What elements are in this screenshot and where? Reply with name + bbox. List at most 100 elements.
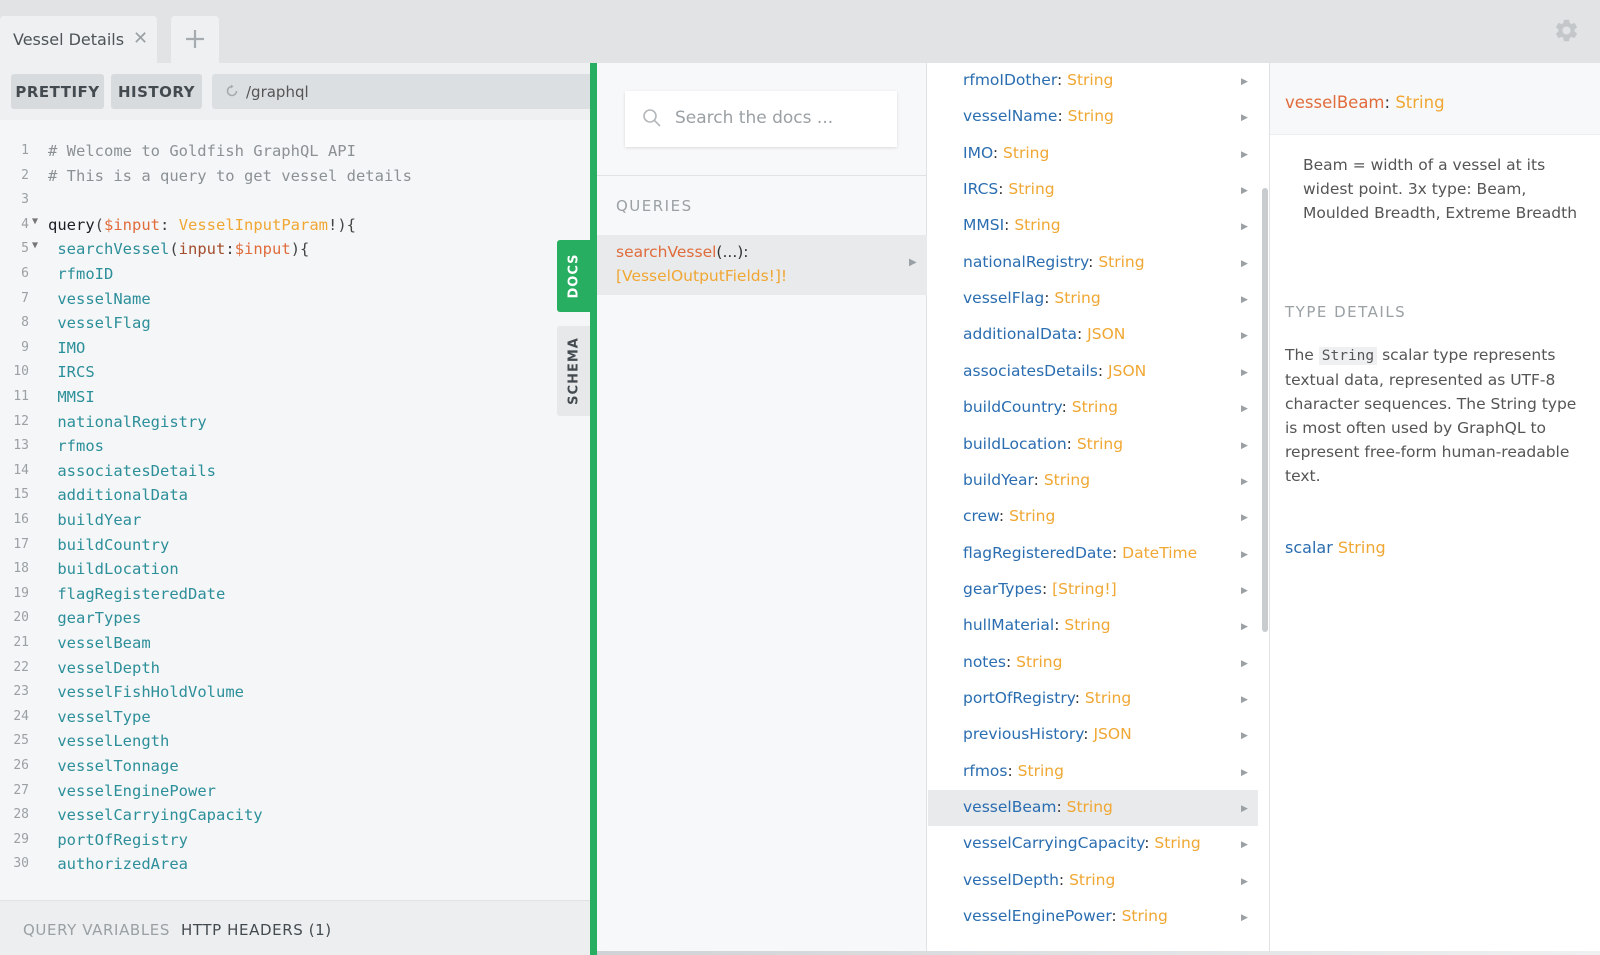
scalar-keyword: scalar	[1285, 538, 1333, 557]
field-type[interactable]: JSON	[1093, 725, 1131, 743]
http-headers-tab[interactable]: HTTP HEADERS (1)	[181, 921, 332, 939]
code-token: vesselName	[57, 289, 151, 308]
field-type[interactable]: String	[1067, 798, 1113, 816]
field-item-buildlocation[interactable]: buildLocation: String ▶	[928, 427, 1258, 463]
field-type[interactable]: String	[1003, 144, 1049, 162]
field-item-buildcountry[interactable]: buildCountry: String ▶	[928, 390, 1258, 426]
field-item-rfmos[interactable]: rfmos: String ▶	[928, 754, 1258, 790]
field-label: nationalRegistry: String	[963, 252, 1145, 271]
field-name: portOfRegistry	[963, 688, 1075, 707]
field-type[interactable]: JSON	[1108, 362, 1146, 380]
field-type[interactable]: String	[1014, 216, 1060, 234]
gear-icon[interactable]	[1553, 17, 1580, 44]
field-type[interactable]: String	[1072, 398, 1118, 416]
code-line: 26 vesselTonnage	[0, 755, 590, 780]
field-item-vesselcarryingcapacity[interactable]: vesselCarryingCapacity: String ▶	[928, 826, 1258, 862]
close-icon[interactable]: ✕	[133, 28, 148, 49]
field-type[interactable]: String	[1085, 689, 1131, 707]
field-type[interactable]: String	[1122, 907, 1168, 925]
field-item-notes[interactable]: notes: String ▶	[928, 645, 1258, 681]
code-token: flagRegisteredDate	[57, 584, 226, 603]
field-type[interactable]: String	[1054, 289, 1100, 307]
field-item-buildyear[interactable]: buildYear: String ▶	[928, 463, 1258, 499]
schema-side-tab[interactable]: SCHEMA	[557, 326, 590, 416]
code-token: vesselType	[57, 707, 151, 726]
field-type[interactable]: String	[1064, 616, 1110, 634]
line-number: 9	[21, 339, 29, 355]
field-type[interactable]: String	[1044, 471, 1090, 489]
code-text: rfmos	[48, 437, 104, 455]
code-token: (	[169, 240, 179, 259]
chevron-right-icon: ▶	[909, 257, 917, 268]
field-item-vesselname[interactable]: vesselName: String ▶	[928, 99, 1258, 135]
line-number: 19	[13, 585, 29, 601]
field-type[interactable]: String	[1018, 762, 1064, 780]
docs-divider[interactable]	[590, 63, 597, 955]
field-item-rfmoidother[interactable]: rfmoIDother: String ▶	[928, 63, 1258, 99]
field-type[interactable]: JSON	[1087, 325, 1125, 343]
field-item-previoushistory[interactable]: previousHistory: JSON ▶	[928, 717, 1258, 753]
prettify-button[interactable]: PRETTIFY	[11, 74, 104, 109]
query-item-searchvessel[interactable]: searchVessel(...): [VesselOutputFields!]…	[597, 235, 927, 295]
field-type[interactable]: String	[1069, 871, 1115, 889]
field-type[interactable]: String	[1077, 435, 1123, 453]
fold-toggle-icon[interactable]: ▼	[32, 216, 38, 227]
code-text: flagRegisteredDate	[48, 585, 225, 603]
field-item-nationalregistry[interactable]: nationalRegistry: String ▶	[928, 245, 1258, 281]
add-tab-button[interactable]	[171, 16, 219, 63]
field-item-hullmaterial[interactable]: hullMaterial: String ▶	[928, 608, 1258, 644]
queries-header: QUERIES	[616, 197, 693, 215]
history-button[interactable]: HISTORY	[111, 74, 202, 109]
field-item-vesseldepth[interactable]: vesselDepth: String ▶	[928, 863, 1258, 899]
url-bar[interactable]: /graphql	[212, 74, 590, 109]
reload-icon[interactable]	[224, 83, 240, 99]
code-editor[interactable]: 1 # Welcome to Goldfish GraphQL API 2 # Thi…	[0, 140, 590, 900]
fields-scrollbar[interactable]	[1262, 188, 1268, 632]
bottom-edge	[597, 951, 1600, 955]
field-type[interactable]: [String!]	[1052, 580, 1117, 598]
detail-field-type[interactable]: String	[1395, 93, 1444, 112]
line-number: 3	[21, 192, 29, 208]
field-type[interactable]: String	[1067, 71, 1113, 89]
docs-search[interactable]: Search the docs ...	[625, 91, 897, 147]
code-token: vesselEnginePower	[57, 781, 216, 800]
docs-search-input[interactable]: Search the docs ...	[675, 108, 833, 128]
url-input[interactable]: /graphql	[246, 83, 309, 101]
line-number: 23	[13, 684, 29, 700]
field-item-associatesdetails[interactable]: associatesDetails: JSON ▶	[928, 354, 1258, 390]
code-text: vesselLength	[48, 732, 169, 750]
type-desc-code: String	[1318, 347, 1378, 365]
field-item-crew[interactable]: crew: String ▶	[928, 499, 1258, 535]
code-text: vesselTonnage	[48, 757, 178, 775]
field-item-vesselflag[interactable]: vesselFlag: String ▶	[928, 281, 1258, 317]
field-name: buildYear	[963, 470, 1034, 489]
field-item-geartypes[interactable]: gearTypes: [String!] ▶	[928, 572, 1258, 608]
field-type[interactable]: String	[1008, 180, 1054, 198]
field-item-portofregistry[interactable]: portOfRegistry: String ▶	[928, 681, 1258, 717]
field-type[interactable]: String	[1009, 507, 1055, 525]
line-number: 16	[13, 512, 29, 527]
field-item-vesselbeam[interactable]: vesselBeam: String ▶	[928, 790, 1258, 826]
field-item-ircs[interactable]: IRCS: String ▶	[928, 172, 1258, 208]
query-variables-tab[interactable]: QUERY VARIABLES	[23, 921, 170, 939]
code-token: VesselInputParam	[178, 215, 328, 234]
field-type[interactable]: String	[1016, 653, 1062, 671]
fold-toggle-icon[interactable]: ▼	[32, 240, 38, 251]
field-type[interactable]: String	[1098, 253, 1144, 271]
tab-vessel-details[interactable]: Vessel Details ✕	[0, 16, 157, 63]
field-name: rfmos	[963, 761, 1008, 780]
type-desc-post: scalar type represents textual data, rep…	[1285, 346, 1577, 485]
field-item-mmsi[interactable]: MMSI: String ▶	[928, 208, 1258, 244]
code-line: 14 associatesDetails	[0, 460, 590, 485]
field-item-imo[interactable]: IMO: String ▶	[928, 136, 1258, 172]
docs-side-tab[interactable]: DOCS	[557, 240, 590, 312]
field-type[interactable]: DateTime	[1122, 544, 1197, 562]
field-type[interactable]: String	[1154, 834, 1200, 852]
code-token: query	[48, 215, 95, 234]
query-return-type[interactable]: [VesselOutputFields!]!	[616, 267, 787, 285]
field-item-flagregistereddate[interactable]: flagRegisteredDate: DateTime ▶	[928, 536, 1258, 572]
chevron-right-icon: ▶	[1241, 294, 1248, 305]
field-item-additionaldata[interactable]: additionalData: JSON ▶	[928, 317, 1258, 353]
field-item-vesselenginepower[interactable]: vesselEnginePower: String ▶	[928, 899, 1258, 935]
field-type[interactable]: String	[1068, 107, 1114, 125]
